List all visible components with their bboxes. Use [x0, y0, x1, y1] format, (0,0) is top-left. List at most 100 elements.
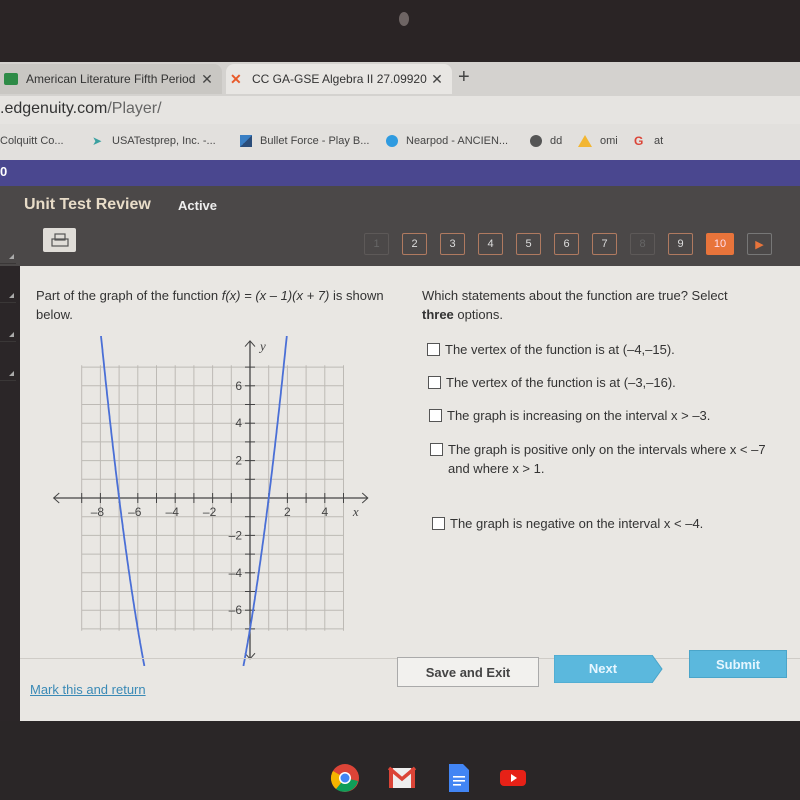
- status-label: Active: [178, 198, 218, 213]
- option-text: The vertex of the function is at (–3,–16…: [446, 375, 676, 390]
- option-5[interactable]: The graph is negative on the interval x …: [432, 514, 703, 533]
- address-bar[interactable]: .edgenuity.com/Player/: [0, 96, 800, 124]
- google-icon: G: [634, 134, 644, 148]
- mark-and-return-link[interactable]: Mark this and return: [30, 682, 146, 697]
- bookmark-label: Colquitt Co...: [0, 135, 64, 147]
- bookmark-at[interactable]: Gat: [634, 135, 663, 147]
- question-prompt: Part of the graph of the function f(x) =…: [36, 286, 396, 324]
- option-4[interactable]: The graph is positive only on the interv…: [430, 440, 770, 478]
- checkbox[interactable]: [427, 343, 440, 356]
- next-page-arrow[interactable]: ▶: [747, 233, 772, 255]
- x-tick-label: –6: [128, 505, 142, 519]
- y-tick-label: 4: [235, 416, 242, 430]
- close-icon[interactable]: ✕: [430, 71, 444, 88]
- y-tick-label: –4: [229, 566, 243, 580]
- instruction-text: options.: [453, 307, 503, 322]
- question-instruction: Which statements about the function are …: [422, 286, 762, 324]
- docs-icon[interactable]: [444, 763, 474, 793]
- x-tick-label: 4: [321, 505, 328, 519]
- page-button-10[interactable]: 10: [706, 233, 734, 255]
- youtube-icon[interactable]: [498, 763, 528, 793]
- question-pager: 1 2 3 4 5 6 7 8 9 10 ▶: [364, 233, 772, 255]
- function-expression: f(x) = (x – 1)(x + 7): [221, 288, 330, 303]
- url-host: .edgenuity.com: [0, 100, 108, 117]
- bookmark-bullet-force[interactable]: Bullet Force - Play B...: [240, 135, 369, 147]
- y-tick-label: 6: [235, 379, 242, 393]
- instruction-emphasis: three: [422, 307, 454, 322]
- page-button-3[interactable]: 3: [440, 233, 465, 255]
- x-tick-label: –8: [91, 505, 105, 519]
- google-drive-icon: [578, 135, 592, 147]
- tab-title: American Literature Fifth Period: [26, 72, 196, 86]
- close-icon[interactable]: ✕: [200, 71, 214, 88]
- page-button-6[interactable]: 6: [554, 233, 579, 255]
- save-and-exit-button[interactable]: Save and Exit: [397, 657, 539, 687]
- option-text: The graph is positive only on the interv…: [448, 442, 766, 476]
- page-button-2[interactable]: 2: [402, 233, 427, 255]
- x-tick-label: 2: [284, 505, 291, 519]
- next-button[interactable]: Next: [553, 654, 664, 684]
- page-button-7[interactable]: 7: [592, 233, 617, 255]
- bookmark-dd[interactable]: dd: [530, 135, 562, 147]
- prompt-text: Part of the graph of the function: [36, 288, 222, 303]
- option-3[interactable]: The graph is increasing on the interval …: [429, 406, 710, 425]
- rail-item[interactable]: [0, 264, 16, 303]
- header-text: 0: [0, 164, 8, 179]
- question-panel: Part of the graph of the function f(x) =…: [20, 266, 800, 721]
- tab-algebra[interactable]: ✕ CC GA-GSE Algebra II 27.09920 ✕: [226, 64, 452, 94]
- y-tick-label: –2: [229, 528, 243, 542]
- screen-bezel: [0, 0, 800, 62]
- checkbox[interactable]: [432, 517, 445, 530]
- checkbox[interactable]: [429, 409, 442, 422]
- globe-icon: [530, 135, 542, 147]
- bookmark-omi[interactable]: omi: [578, 135, 618, 147]
- rail-item[interactable]: [0, 303, 16, 342]
- bookmark-colquitt[interactable]: Colquitt Co...: [0, 135, 64, 147]
- page-button-8[interactable]: 8: [630, 233, 655, 255]
- option-text: The graph is increasing on the interval …: [447, 408, 711, 423]
- rail-item[interactable]: [0, 342, 16, 381]
- webcam: [399, 12, 409, 26]
- side-rail: [0, 225, 16, 425]
- cursor-icon: ➤: [92, 134, 103, 148]
- url-path: /Player/: [107, 100, 162, 117]
- checkbox[interactable]: [430, 443, 443, 456]
- app-header-bar: 0: [0, 160, 800, 186]
- bookmark-label: USATestprep, Inc. -...: [112, 135, 216, 147]
- instruction-text: Which statements about the function are …: [422, 288, 728, 303]
- tab-american-literature[interactable]: American Literature Fifth Period ✕: [0, 64, 222, 94]
- submit-button[interactable]: Submit: [689, 650, 787, 678]
- bookmark-label: Bullet Force - Play B...: [260, 135, 370, 147]
- y-axis-label: y: [258, 338, 266, 353]
- classroom-icon: [4, 73, 18, 85]
- option-text: The vertex of the function is at (–4,–15…: [445, 342, 675, 357]
- bookmark-label: omi: [600, 135, 618, 147]
- nearpod-icon: [386, 135, 398, 147]
- option-1[interactable]: The vertex of the function is at (–4,–15…: [427, 340, 675, 359]
- new-tab-button[interactable]: +: [458, 66, 470, 89]
- rail-item[interactable]: [0, 225, 16, 264]
- option-2[interactable]: The vertex of the function is at (–3,–16…: [428, 373, 676, 392]
- print-button[interactable]: [43, 228, 76, 252]
- chrome-icon[interactable]: [330, 763, 360, 793]
- option-text: The graph is negative on the interval x …: [450, 516, 704, 531]
- page-button-4[interactable]: 4: [478, 233, 503, 255]
- tab-title: CC GA-GSE Algebra II 27.09920: [252, 72, 427, 86]
- os-shelf: [0, 721, 800, 800]
- page-button-9[interactable]: 9: [668, 233, 693, 255]
- bookmark-label: at: [654, 135, 664, 147]
- bookmarks-bar: Colquitt Co... ➤ USATestprep, Inc. -... B…: [0, 124, 800, 160]
- page-title: Unit Test Review: [24, 196, 151, 213]
- x-axis-label: x: [352, 504, 359, 519]
- checkbox[interactable]: [428, 376, 441, 389]
- bookmark-label: dd: [550, 135, 563, 147]
- tab-strip: American Literature Fifth Period ✕ ✕ CC …: [0, 62, 800, 96]
- edgenuity-icon: ✕: [230, 71, 242, 87]
- blocks-icon: [240, 135, 252, 147]
- bookmark-nearpod[interactable]: Nearpod - ANCIEN...: [386, 135, 508, 147]
- bookmark-usatestprep[interactable]: ➤ USATestprep, Inc. -...: [92, 135, 216, 147]
- gmail-icon[interactable]: [387, 763, 417, 793]
- page-button-5[interactable]: 5: [516, 233, 541, 255]
- printer-icon: [50, 233, 69, 247]
- page-button-1[interactable]: 1: [364, 233, 389, 255]
